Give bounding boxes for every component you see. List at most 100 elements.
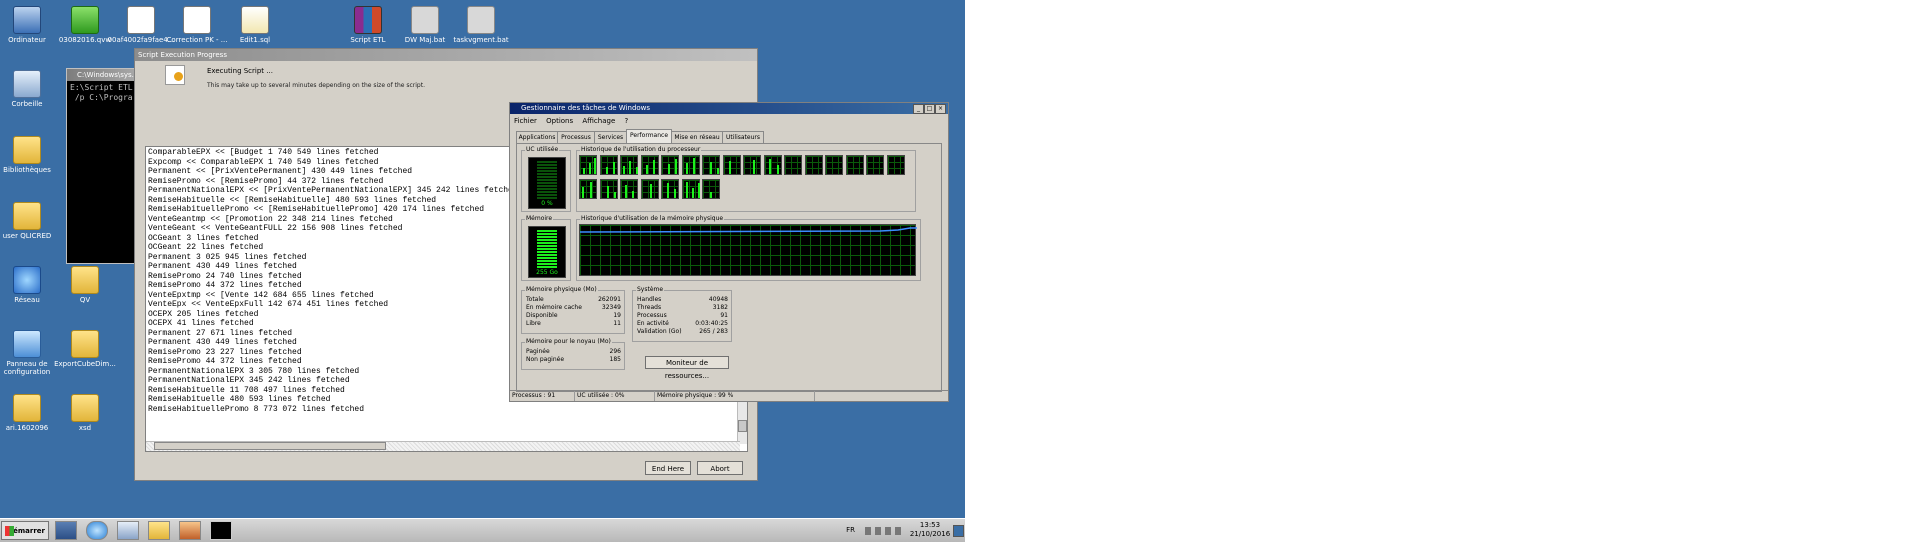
desktop-icon-label: Réseau (14, 296, 40, 304)
tab-applications[interactable]: Applications (516, 131, 558, 143)
rar-archive-icon (354, 6, 382, 34)
cpu-core-graph (579, 179, 597, 199)
menu-options[interactable]: Options (546, 117, 573, 125)
cpu-core-graph (620, 155, 638, 175)
resource-monitor-button[interactable]: Moniteur de ressources... (645, 356, 729, 380)
log-line: PermanentNationalEPX 3 305 780 lines fet… (148, 366, 360, 376)
log-line: Permanent 430 449 lines fetched (148, 338, 297, 347)
cpu-core-graph (804, 155, 823, 175)
tab-mise-en-reseau[interactable]: Mise en réseau (671, 131, 723, 143)
log-line: RemisePromo << [RemisePromo] 44 372 line… (148, 176, 384, 186)
desktop-icon-sql[interactable]: Edit1.sql (220, 6, 290, 44)
stat-row: En activité 0:03:40:25 (637, 320, 728, 327)
kernel-memory-group: Mémoire pour le noyau (Mo) Paginée 296 No… (521, 338, 625, 370)
tab-services[interactable]: Services (594, 131, 627, 143)
minimize-icon[interactable]: _ (913, 104, 924, 114)
desktop-icon-taskvgment[interactable]: taskvgment.bat (446, 6, 516, 44)
clock[interactable]: 13:53 21/10/2016 (909, 521, 951, 539)
task-manager-statusbar: Processus : 91 UC utilisée : 0% Mémoire … (510, 390, 948, 401)
abort-button[interactable]: Abort (697, 461, 743, 475)
text-file-icon (183, 6, 211, 34)
dialog-title: Script Execution Progress (135, 49, 757, 61)
memory-group: Mémoire 255 Go (521, 215, 571, 281)
language-indicator[interactable]: FR (846, 526, 855, 534)
executing-note: This may take up to several minutes depe… (207, 82, 426, 89)
user-folder-icon (13, 202, 41, 230)
close-icon[interactable]: × (935, 104, 946, 114)
system-caption: Système (636, 286, 665, 293)
desktop-icon-libraries[interactable]: Bibliothèques (0, 136, 62, 174)
log-line: RemisePromo 44 372 lines fetched (148, 357, 302, 366)
log-line: Permanent 430 449 lines fetched (148, 262, 297, 271)
desktop-icon-label: Corbeille (11, 100, 43, 108)
stat-row: Processus 91 (637, 312, 728, 319)
desktop-icon-export-cube[interactable]: ExportCubeDim... (50, 330, 120, 368)
desktop-icon-qv[interactable]: QV (50, 266, 120, 304)
tab-performance[interactable]: Performance (626, 129, 672, 143)
cpu-core-graph (640, 155, 659, 175)
cpu-history-group: Historique de l'utilisation du processeu… (576, 146, 916, 212)
cpu-core-graph (702, 179, 720, 199)
cpu-usage-value: 0 % (541, 200, 553, 207)
scroll-thumb[interactable] (154, 442, 386, 450)
tray-icons[interactable] (865, 527, 905, 535)
log-line: Expcomp << ComparableEPX 1 740 549 lines… (148, 157, 379, 167)
log-line: ComparableEPX << [Budget 1 740 549 lines… (148, 148, 379, 157)
qvw-file-icon (71, 6, 99, 34)
log-line: OCGeant 3 lines fetched (148, 233, 259, 243)
cpu-core-graph (640, 179, 659, 199)
desktop-icon-user-folder[interactable]: user QLICRED (0, 202, 62, 240)
cpu-core-graph (579, 155, 597, 175)
maximize-icon[interactable]: □ (924, 104, 935, 114)
explorer-folder-icon[interactable] (148, 521, 170, 540)
tools-icon[interactable] (179, 521, 201, 540)
cpu-history-caption: Historique de l'utilisation du processeu… (580, 146, 702, 153)
memory-meter: 255 Go (528, 226, 566, 278)
folder-icon (71, 394, 99, 422)
desktop-icon-recycle-bin[interactable]: Corbeille (0, 70, 62, 108)
menu-fichier[interactable]: Fichier (514, 117, 537, 125)
stat-row: Libre 11 (526, 320, 621, 327)
cpu-core-graph (784, 155, 802, 175)
desktop-icon-label: Ordinateur (8, 36, 46, 44)
powershell-icon[interactable] (117, 521, 139, 540)
tab-utilisateurs[interactable]: Utilisateurs (722, 131, 764, 143)
desktop-icon-label: QV (79, 296, 91, 304)
cpu-core-graph (620, 179, 638, 199)
cmd-icon[interactable] (210, 521, 232, 540)
desktop-icon-label: Script ETL (350, 36, 386, 44)
menu-help[interactable]: ? (625, 117, 629, 125)
stat-row: Validation (Go) 265 / 283 (637, 328, 728, 335)
log-line: Permanent 27 671 lines fetched (148, 328, 293, 338)
stat-row: Totale 262091 (526, 296, 621, 303)
desktop-icon-xsd[interactable]: xsd (50, 394, 120, 432)
tab-processus[interactable]: Processus (557, 131, 595, 143)
network-icon (13, 266, 41, 294)
log-line: VenteGeantmp << [Promotion 22 348 214 li… (148, 214, 393, 224)
desktop: Ordinateur 03082016.qvw 00af4002fa9fae4.… (0, 0, 965, 518)
desktop-icon-label: 03082016.qvw (58, 36, 112, 44)
stat-row: Threads 3182 (637, 304, 728, 311)
cpu-core-graph (599, 155, 618, 175)
end-here-button[interactable]: End Here (645, 461, 691, 475)
log-line: PermanentNationalEPX 345 242 lines fetch… (148, 376, 350, 385)
scroll-thumb[interactable] (738, 420, 747, 432)
script-icon (165, 65, 185, 85)
server-manager-icon[interactable] (55, 521, 77, 540)
script-log-lines: ComparableEPX << [Budget 1 740 549 lines… (148, 148, 518, 414)
desktop-icon-label: Correction PK - ... (166, 36, 228, 44)
folder-icon (71, 266, 99, 294)
cpu-core-graph (825, 155, 843, 175)
system-group: Système Handles 40948 Threads 3182 Process… (632, 286, 732, 342)
internet-explorer-icon[interactable] (86, 521, 108, 540)
executing-label: Executing Script ... (207, 67, 273, 75)
folder-icon (13, 394, 41, 422)
start-button[interactable]: Démarrer (1, 521, 49, 540)
desktop-icon-label: DW Maj.bat (404, 36, 446, 44)
cpu-core-graph (681, 155, 700, 175)
physical-memory-table: Totale 262091 En mémoire cache 32349 Dispo… (526, 296, 621, 328)
menu-affichage[interactable]: Affichage (582, 117, 615, 125)
memory-value: 255 Go (536, 269, 558, 276)
log-horizontal-scrollbar[interactable] (146, 441, 740, 451)
show-desktop-icon[interactable] (953, 525, 964, 537)
